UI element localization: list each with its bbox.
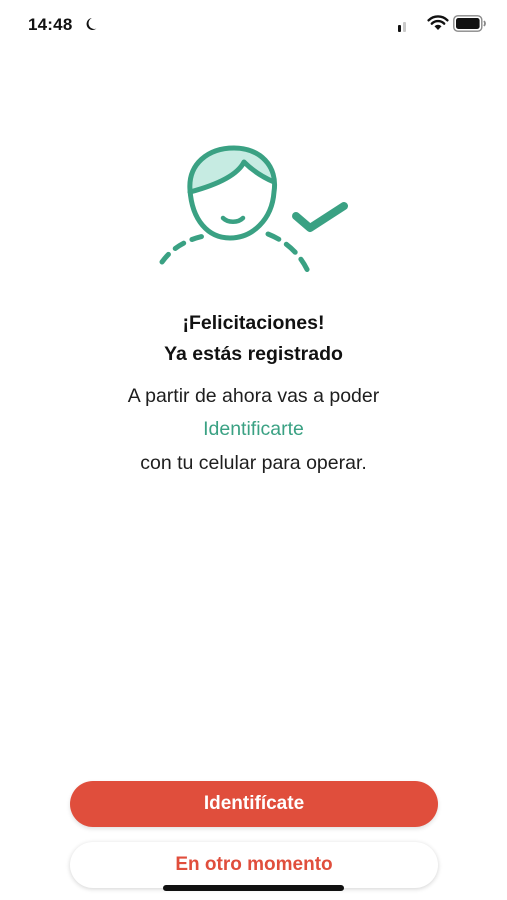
status-time: 14:48 — [28, 15, 73, 34]
info-text-line1: A partir de ahora vas a poder — [127, 385, 380, 407]
home-indicator — [163, 885, 344, 891]
status-bar: 14:48 — [0, 0, 507, 50]
registered-user-check-icon — [159, 145, 348, 279]
success-title: ¡Felicitaciones! — [182, 312, 325, 334]
info-text-line3: con tu celular para operar. — [140, 452, 367, 474]
moon-icon — [86, 18, 97, 30]
cellular-signal-icon — [398, 22, 406, 32]
battery-icon — [453, 15, 486, 32]
wifi-icon — [427, 15, 449, 30]
later-button[interactable]: En otro momento — [70, 842, 438, 888]
identify-link-text: Identificarte — [203, 418, 304, 440]
identify-button[interactable]: Identifícate — [70, 781, 438, 827]
success-subtitle: Ya estás registrado — [164, 343, 343, 365]
